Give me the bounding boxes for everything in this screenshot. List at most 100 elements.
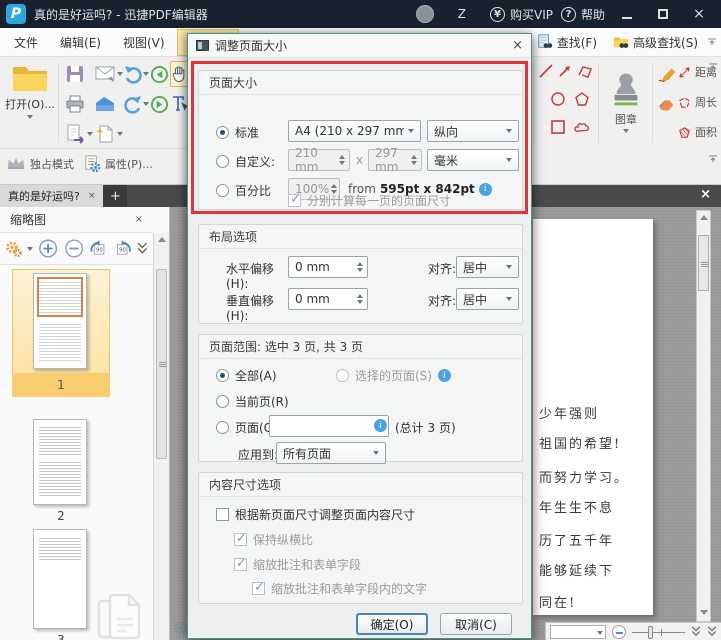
selected-pages-radio[interactable] xyxy=(336,369,349,382)
chevron-double-down-icon[interactable] xyxy=(707,626,717,637)
user-name[interactable]: Z xyxy=(458,7,466,21)
spinner-arrows-icon[interactable] xyxy=(355,294,365,304)
v-align-select[interactable]: 居中 xyxy=(456,288,519,310)
options-gear-icon[interactable] xyxy=(5,240,22,258)
spinner-arrows-icon[interactable] xyxy=(355,262,365,272)
page-thumbnail-1[interactable] xyxy=(33,273,87,369)
custom-radio[interactable] xyxy=(216,155,229,168)
spinner-arrows-icon[interactable] xyxy=(337,155,347,165)
eraser-tool-button[interactable] xyxy=(656,92,676,118)
exclusive-mode-button[interactable]: 独占模式 xyxy=(6,156,74,172)
export-button[interactable] xyxy=(62,121,96,147)
zoom-out-button[interactable] xyxy=(612,625,626,639)
buy-vip-button[interactable]: ¥ 购买VIP xyxy=(490,6,553,23)
rotate-left-icon[interactable]: 90 xyxy=(89,239,108,259)
sidebar-scrollbar[interactable] xyxy=(153,233,169,640)
help-button[interactable]: ? 帮助 xyxy=(561,6,605,23)
polyline-tool-button[interactable] xyxy=(576,62,594,80)
close-button[interactable]: × xyxy=(685,2,713,26)
standard-radio[interactable] xyxy=(216,126,229,139)
page-range-input[interactable] xyxy=(269,415,389,437)
menu-view[interactable]: 视图(V) xyxy=(113,29,175,56)
zoom-slider[interactable] xyxy=(632,625,685,639)
keep-ratio-checkbox[interactable] xyxy=(234,533,247,546)
new-document-button[interactable] xyxy=(92,121,126,147)
open-button[interactable]: 打开(O)... xyxy=(4,61,56,147)
print-button[interactable] xyxy=(62,91,88,117)
per-page-checkbox[interactable] xyxy=(288,194,301,207)
previous-view-button[interactable] xyxy=(148,61,170,87)
info-icon[interactable]: i xyxy=(374,419,387,432)
all-pages-radio[interactable] xyxy=(216,369,229,382)
settings-gear-button[interactable] xyxy=(172,620,188,636)
polygon-tool-button[interactable] xyxy=(573,90,591,108)
ok-button[interactable]: 确定(O) xyxy=(356,613,428,635)
pencil-tool-button[interactable] xyxy=(656,62,676,88)
scan-button[interactable] xyxy=(92,91,118,117)
chevron-down-icon[interactable] xyxy=(27,247,33,251)
collapse-toolbar-icon[interactable] xyxy=(708,155,718,163)
line-tool-button[interactable] xyxy=(537,62,555,80)
scroll-down-icon[interactable] xyxy=(700,610,708,615)
ellipse-tool-button[interactable] xyxy=(549,90,567,108)
scrollbar-thumb[interactable] xyxy=(156,269,167,459)
cloud-tool-button[interactable] xyxy=(573,118,591,136)
properties-button[interactable]: 属性(P)... xyxy=(84,155,153,173)
menu-file[interactable]: 文件 xyxy=(4,29,48,56)
h-offset-spinner[interactable]: 0 mm xyxy=(288,256,368,278)
scroll-up-icon[interactable] xyxy=(158,237,166,242)
zoom-in-icon[interactable] xyxy=(38,238,58,259)
custom-height-spinner[interactable]: 297 mm xyxy=(368,149,422,171)
hand-tool-button[interactable] xyxy=(170,61,188,87)
scroll-up-icon[interactable] xyxy=(700,215,708,220)
custom-width-spinner[interactable]: 210 mm xyxy=(288,149,350,171)
document-scrollbar[interactable] xyxy=(696,210,711,622)
stamp-button[interactable]: 图章 xyxy=(604,61,648,145)
document-tab[interactable]: 真的是好运吗? × xyxy=(0,185,103,207)
perimeter-tool-button[interactable]: 周长 xyxy=(678,94,717,110)
close-document-icon[interactable]: × xyxy=(700,187,711,202)
advanced-find-button[interactable]: 高级查找(S) xyxy=(606,34,705,51)
zoom-level-select[interactable] xyxy=(550,625,606,639)
page-thumbnail-3[interactable] xyxy=(33,529,87,629)
arrow-tool-button[interactable] xyxy=(556,62,574,80)
collapse-panel-icon[interactable] xyxy=(707,38,717,46)
scale-annotations-checkbox[interactable] xyxy=(234,558,247,571)
select-text-button[interactable] xyxy=(170,91,188,117)
rectangle-tool-button[interactable] xyxy=(549,118,567,136)
h-align-select[interactable]: 居中 xyxy=(456,256,519,278)
panel-close-icon[interactable]: × xyxy=(135,214,143,225)
minimize-button[interactable] xyxy=(613,2,641,26)
area-tool-button[interactable]: 面积 xyxy=(678,124,717,140)
info-icon[interactable]: i xyxy=(438,369,451,382)
standard-size-select[interactable]: A4 (210 x 297 mm) xyxy=(288,120,421,142)
adjust-content-checkbox[interactable] xyxy=(216,508,229,521)
tab-close-icon[interactable]: × xyxy=(88,191,96,201)
percent-radio[interactable] xyxy=(216,184,229,197)
v-offset-spinner[interactable]: 0 mm xyxy=(288,288,368,310)
apply-to-select[interactable]: 所有页面 xyxy=(276,442,386,464)
find-button[interactable]: 查找(F) xyxy=(530,34,604,51)
spinner-arrows-icon[interactable] xyxy=(409,155,419,165)
scale-text-checkbox[interactable] xyxy=(252,582,265,595)
current-page-radio[interactable] xyxy=(216,395,229,408)
document-page[interactable]: 少年强则 祖国的希望! 而努力学习。 年生生不息 历了五千年 能够延续下 同在! xyxy=(533,219,653,615)
chevron-double-down-icon[interactable] xyxy=(137,242,148,255)
new-tab-button[interactable]: + xyxy=(103,185,127,207)
orientation-select[interactable]: 纵向 xyxy=(427,120,519,142)
scrollbar-thumb[interactable] xyxy=(698,235,709,291)
zoom-out-icon[interactable] xyxy=(64,238,84,259)
unit-select[interactable]: 毫米 xyxy=(427,149,519,171)
info-icon[interactable]: i xyxy=(479,183,492,196)
page-thumbnail-2[interactable] xyxy=(33,419,87,505)
pages-radio[interactable] xyxy=(216,421,229,434)
chevron-double-down-icon[interactable] xyxy=(691,626,701,637)
menu-edit[interactable]: 编辑(E) xyxy=(50,29,111,56)
dialog-close-icon[interactable]: × xyxy=(512,38,523,53)
zoom-slider-handle[interactable] xyxy=(648,626,653,639)
collapse-toolbar-icon[interactable] xyxy=(708,63,718,71)
save-button[interactable] xyxy=(62,61,88,87)
user-avatar[interactable] xyxy=(416,5,434,23)
rotate-right-icon[interactable]: 90 xyxy=(113,239,132,259)
next-view-button[interactable] xyxy=(148,91,170,117)
